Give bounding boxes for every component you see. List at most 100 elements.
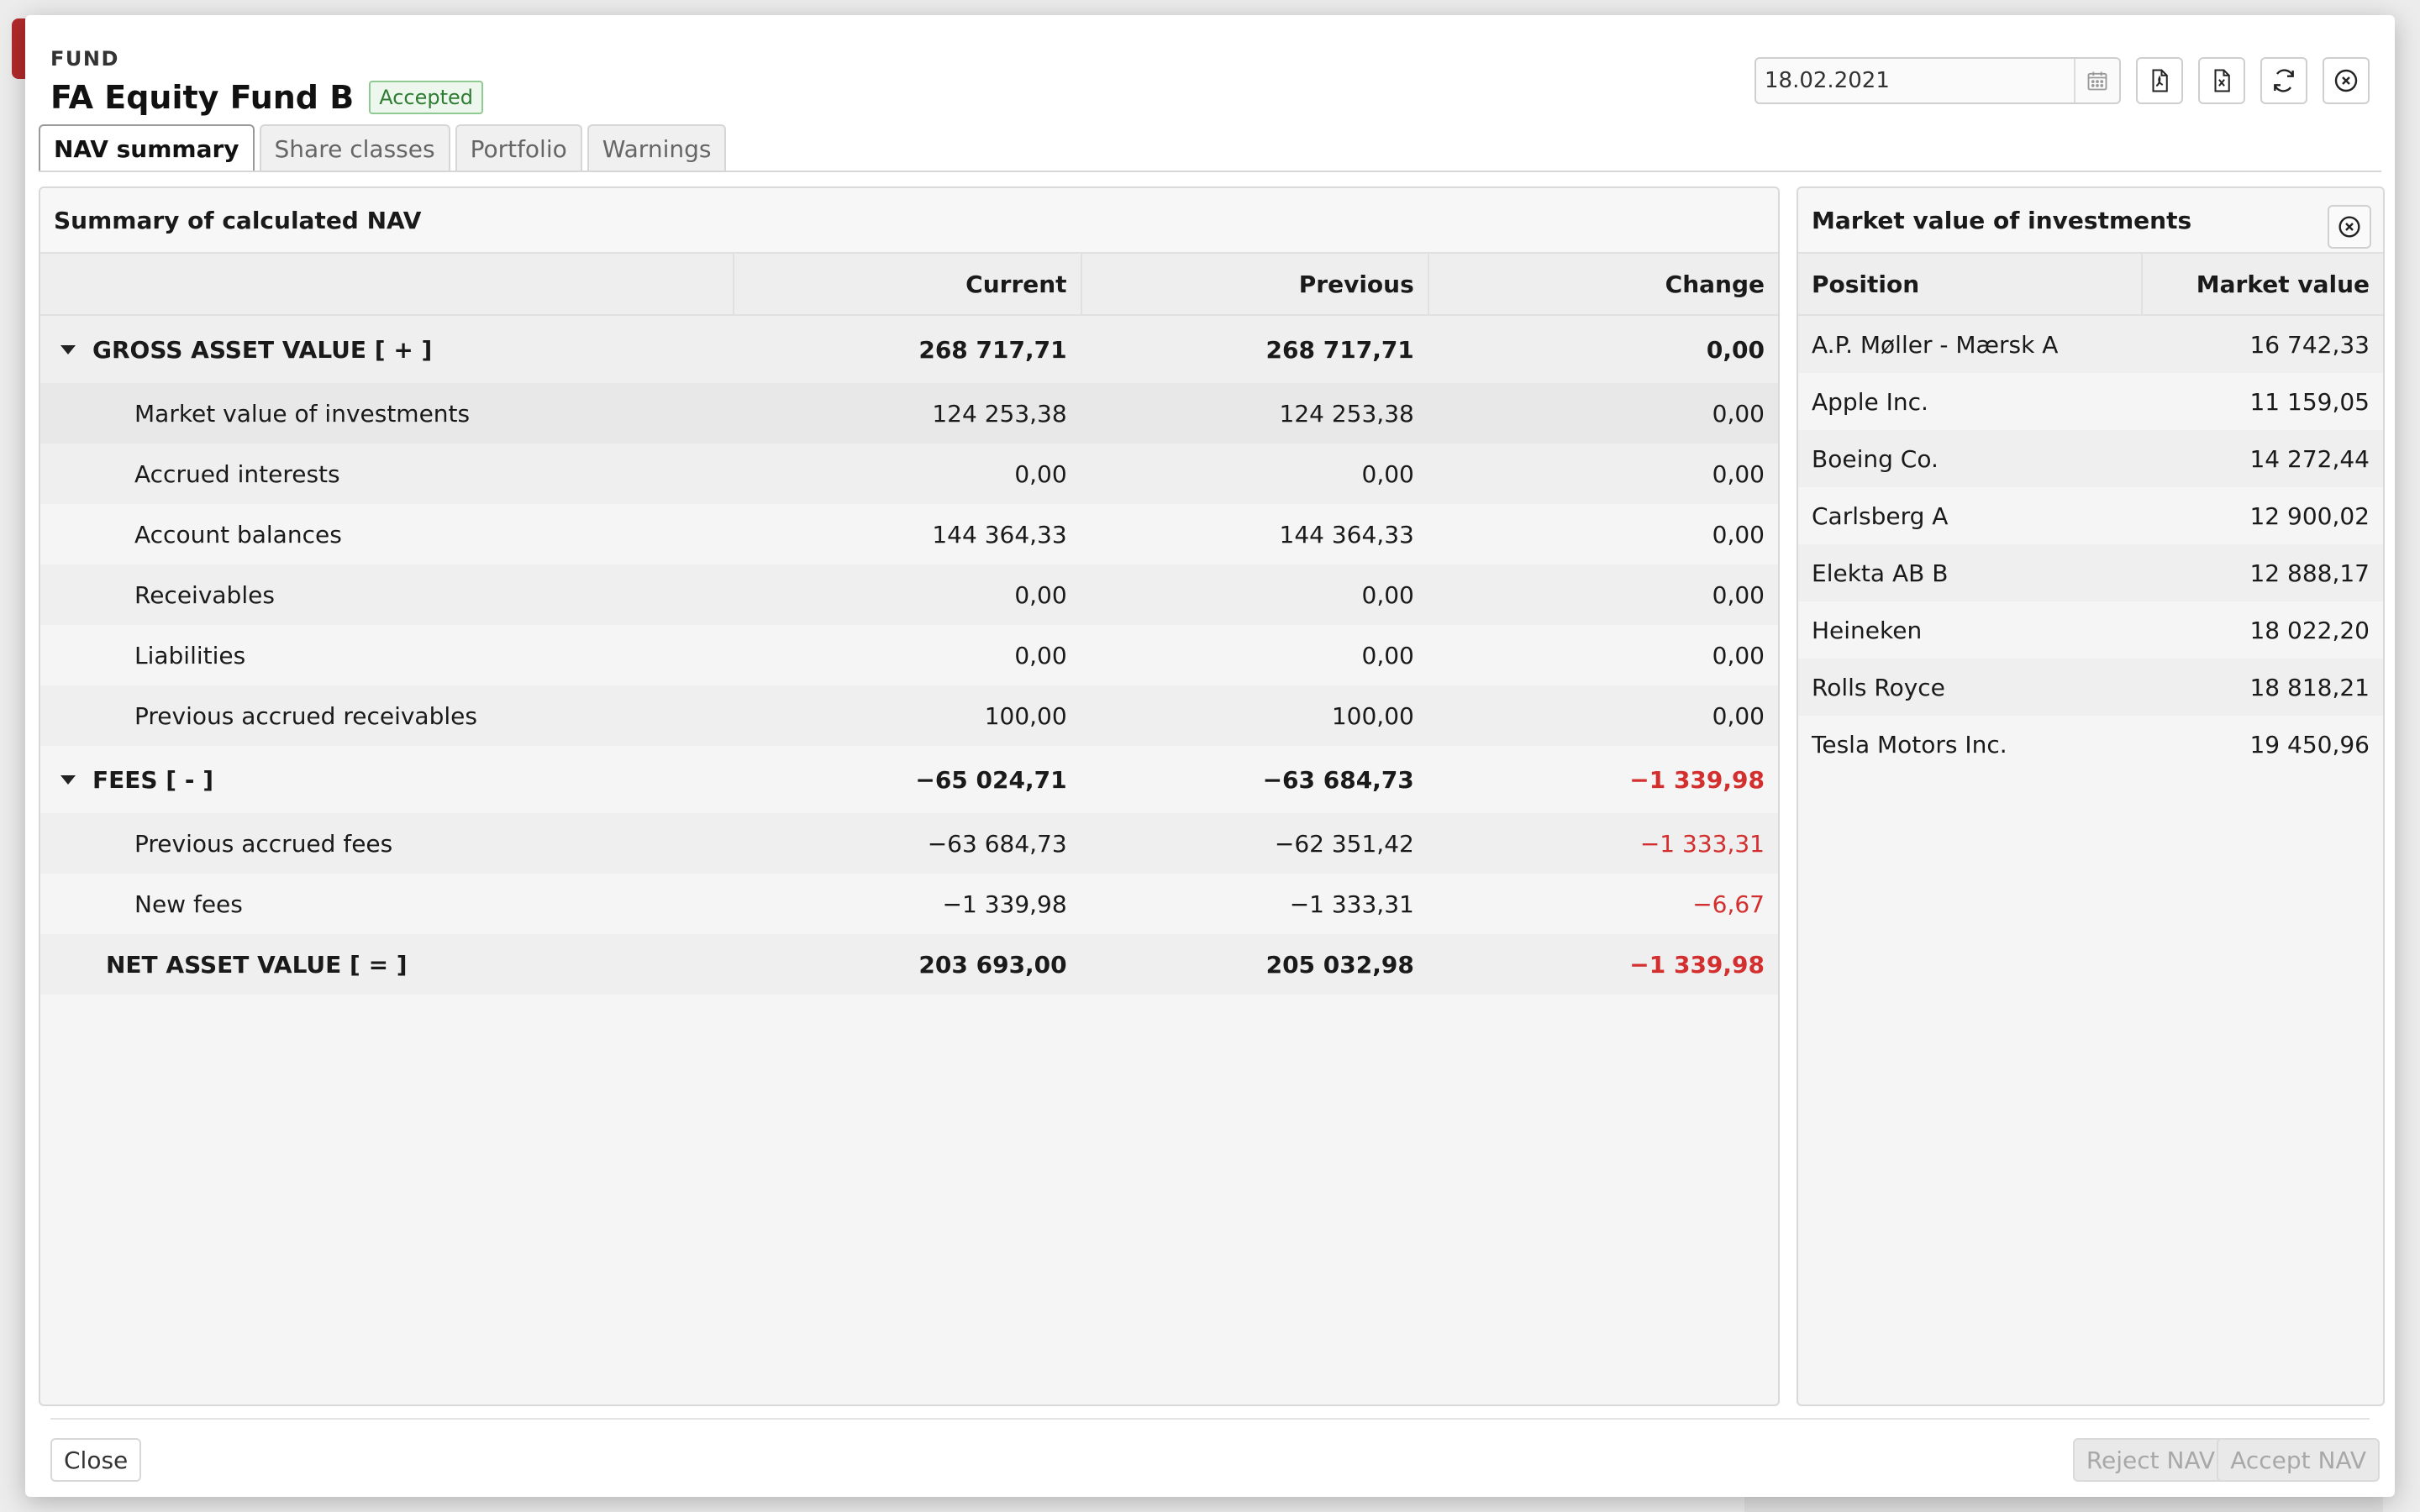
tab-bar: NAV summary Share classes Portfolio Warn…	[39, 124, 727, 171]
export-pdf-button[interactable]	[2136, 57, 2183, 104]
current-value: 100,00	[984, 701, 1067, 730]
nav-row: Market value of investments 124 253,38 124…	[40, 383, 1778, 444]
row-label: Previous accrued fees	[134, 829, 393, 858]
date-input[interactable]	[1756, 59, 2074, 102]
column-header-previous[interactable]: Previous	[1080, 254, 1428, 314]
tab-portfolio[interactable]: Portfolio	[455, 124, 582, 171]
row-label-cell: Receivables	[40, 564, 734, 625]
current-value: −1 339,98	[942, 890, 1067, 918]
previous-value: 268 717,71	[1265, 335, 1414, 364]
position-row[interactable]: Apple Inc. 11 159,05	[1798, 373, 2383, 430]
eyebrow-label: FUND	[50, 47, 119, 71]
row-label-cell: New fees	[40, 874, 734, 934]
previous-value: −62 351,42	[1274, 829, 1414, 858]
tab-nav-summary[interactable]: NAV summary	[39, 124, 255, 171]
market-value-header: Position Market value	[1798, 254, 2383, 316]
close-modal-button[interactable]	[2323, 57, 2370, 104]
tab-warnings[interactable]: Warnings	[587, 124, 727, 171]
nav-summary-panel: Summary of calculated NAV Current Previo…	[39, 186, 1780, 1406]
position-row[interactable]: Heineken 18 022,20	[1798, 601, 2383, 659]
change-value: 0,00	[1712, 580, 1765, 609]
previous-value: 205 032,98	[1265, 950, 1414, 979]
status-badge: Accepted	[369, 81, 484, 114]
change-value: −1 339,98	[1629, 765, 1765, 794]
previous-value: 0,00	[1361, 459, 1414, 488]
change-value: −6,67	[1692, 890, 1765, 918]
tab-share-classes[interactable]: Share classes	[259, 124, 450, 171]
column-header-change[interactable]: Change	[1427, 254, 1778, 314]
row-label-cell: Previous accrued receivables	[40, 685, 734, 746]
current-value: −65 024,71	[915, 765, 1067, 794]
current-value: 0,00	[1014, 641, 1067, 669]
row-label: Receivables	[134, 580, 275, 609]
date-picker[interactable]	[1754, 57, 2121, 104]
market-value-title-text: Market value of investments	[1812, 206, 2192, 234]
column-header-position[interactable]: Position	[1798, 254, 2141, 314]
current-value: 144 364,33	[932, 520, 1067, 549]
market-value-amount: 12 888,17	[2249, 559, 2370, 587]
previous-value: −63 684,73	[1262, 765, 1414, 794]
row-label: New fees	[134, 890, 243, 918]
current-value: 124 253,38	[932, 399, 1067, 428]
close-panel-button[interactable]	[2328, 205, 2371, 249]
row-label: NET ASSET VALUE [ = ]	[106, 950, 408, 979]
nav-row: Previous accrued receivables 100,00 100,00…	[40, 685, 1778, 746]
column-header-label	[40, 254, 733, 314]
position-row[interactable]: Carlsberg A 12 900,02	[1798, 487, 2383, 544]
refresh-icon	[2274, 69, 2294, 92]
change-value: 0,00	[1712, 399, 1765, 428]
row-label-cell: Previous accrued fees	[40, 813, 734, 874]
position-name: Heineken	[1812, 616, 1923, 644]
fund-title: FA Equity Fund B	[50, 79, 355, 116]
position-row[interactable]: Rolls Royce 18 818,21	[1798, 659, 2383, 716]
nav-row: Account balances 144 364,33 144 364,33 0,00	[40, 504, 1778, 564]
nav-group-row[interactable]: GROSS ASSET VALUE [ + ] 268 717,71 268 717…	[40, 316, 1778, 383]
position-row[interactable]: Boeing Co. 14 272,44	[1798, 430, 2383, 487]
previous-value: −1 333,31	[1289, 890, 1414, 918]
column-header-market-value[interactable]: Market value	[2141, 254, 2383, 314]
market-value-amount: 18 022,20	[2249, 616, 2370, 644]
position-row[interactable]: Elekta AB B 12 888,17	[1798, 544, 2383, 601]
export-excel-button[interactable]	[2198, 57, 2245, 104]
caret-down-icon[interactable]	[60, 774, 76, 785]
market-value-amount: 19 450,96	[2249, 730, 2370, 759]
calendar-icon[interactable]	[2074, 59, 2119, 102]
close-button[interactable]: Close	[50, 1438, 142, 1482]
market-value-amount: 14 272,44	[2249, 444, 2370, 473]
accept-nav-button[interactable]: Accept NAV	[2217, 1438, 2380, 1482]
close-circle-icon	[2334, 69, 2358, 92]
refresh-button[interactable]	[2260, 57, 2307, 104]
nav-group-row[interactable]: FEES [ - ] −65 024,71 −63 684,73 −1 339,98	[40, 746, 1778, 813]
market-value-amount: 18 818,21	[2249, 673, 2370, 701]
change-value: −1 333,31	[1639, 829, 1765, 858]
market-value-amount: 16 742,33	[2249, 330, 2370, 359]
row-label: Market value of investments	[134, 399, 471, 428]
nav-row: Receivables 0,00 0,00 0,00	[40, 564, 1778, 625]
file-excel-icon	[2214, 69, 2230, 92]
row-label-cell: Accrued interests	[40, 444, 734, 504]
current-value: 0,00	[1014, 580, 1067, 609]
previous-value: 0,00	[1361, 641, 1414, 669]
fund-modal: FUND FA Equity Fund B Accepted 18.02.202…	[25, 15, 2395, 1497]
nav-table-header: Current Previous Change	[40, 254, 1778, 316]
position-name: Rolls Royce	[1812, 673, 1945, 701]
row-label-cell: FEES [ - ]	[40, 746, 733, 813]
row-label-cell: Liabilities	[40, 625, 734, 685]
current-value: 203 693,00	[918, 950, 1067, 979]
tab-divider	[39, 171, 2381, 172]
position-name: Apple Inc.	[1812, 387, 1928, 416]
title-row: FA Equity Fund B Accepted	[50, 79, 484, 116]
change-value: 0,00	[1712, 459, 1765, 488]
position-row[interactable]: A.P. Møller - Mærsk A 16 742,33	[1798, 316, 2383, 373]
caret-down-icon[interactable]	[60, 344, 76, 354]
market-value-amount: 11 159,05	[2249, 387, 2370, 416]
position-row[interactable]: Tesla Motors Inc. 19 450,96	[1798, 716, 2383, 773]
position-name: Boeing Co.	[1812, 444, 1939, 473]
column-header-current[interactable]: Current	[733, 254, 1080, 314]
modal-header: FUND FA Equity Fund B Accepted	[50, 29, 2370, 121]
file-pdf-icon	[2152, 69, 2168, 92]
current-value: 268 717,71	[918, 335, 1067, 364]
market-value-panel: Market value of investments Position Mar…	[1797, 186, 2385, 1406]
reject-nav-button[interactable]: Reject NAV	[2072, 1438, 2228, 1482]
current-value: −63 684,73	[927, 829, 1067, 858]
